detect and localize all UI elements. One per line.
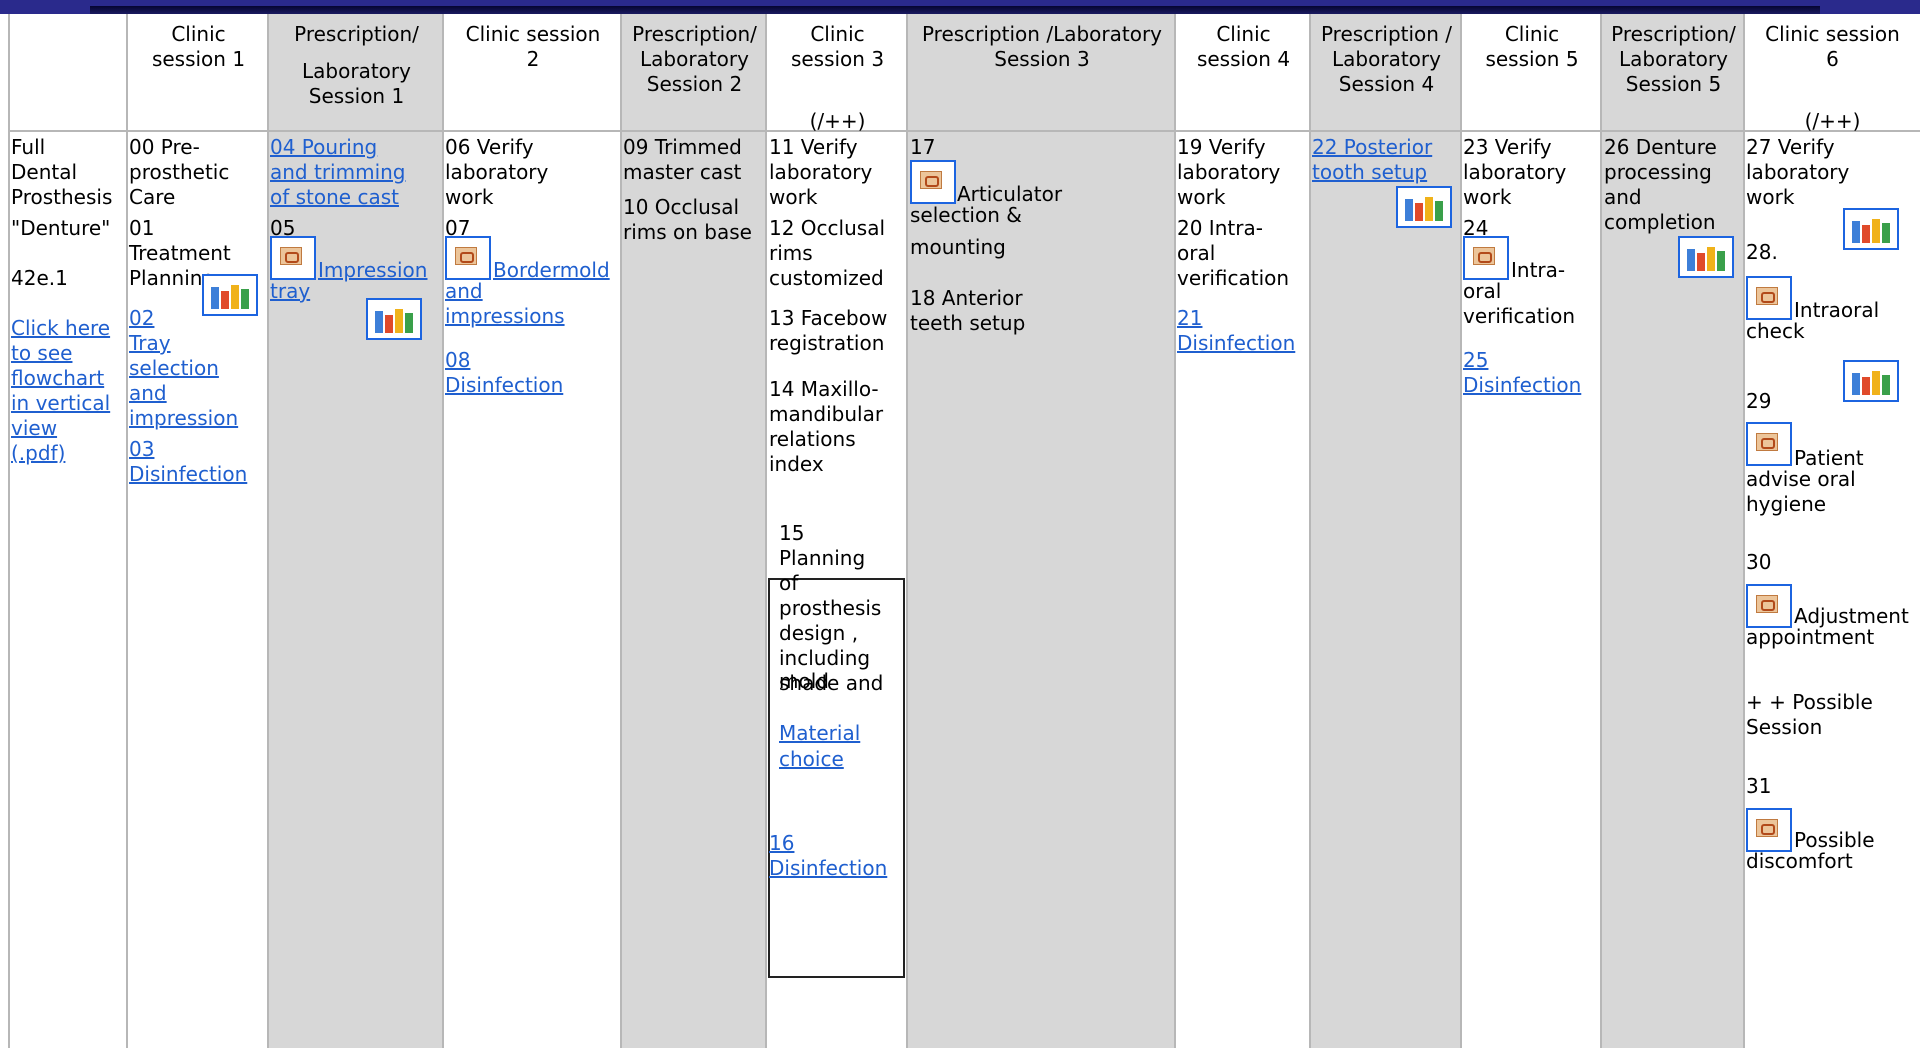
- procedure-title: Full Dental Prosthesis: [11, 135, 113, 209]
- step-21-link[interactable]: 21 Disinfection: [1177, 306, 1295, 356]
- step-18: 18 Anterior teeth setup: [910, 286, 1026, 335]
- step-08-link[interactable]: 08 Disinfection: [445, 348, 563, 398]
- step-28-text: Intraoral: [1794, 298, 1880, 322]
- presentation-file-icon[interactable]: [1746, 808, 1792, 852]
- header-lab-3: Prescription /Laboratory Session 3: [921, 22, 1163, 71]
- presentation-file-icon[interactable]: [1746, 584, 1792, 628]
- step-27: 27 Verify laboratory work: [1746, 135, 1850, 209]
- header-clinic-1: Clinic session 1: [151, 22, 246, 71]
- step-19: 19 Verify laboratory work: [1177, 135, 1281, 209]
- step-12: 12 Occlusal rims customized: [769, 216, 886, 290]
- step-16-link[interactable]: 16 Disinfection: [769, 831, 887, 881]
- step-06: 06 Verify laboratory work: [445, 135, 549, 209]
- people-group-icon[interactable]: [1678, 236, 1734, 278]
- step-03-link[interactable]: 03 Disinfection: [129, 437, 247, 487]
- presentation-file-icon[interactable]: [1746, 422, 1792, 466]
- presentation-file-icon[interactable]: [1746, 276, 1792, 320]
- presentation-file-icon[interactable]: [445, 236, 491, 280]
- step-24-text-2: oral verification: [1463, 279, 1576, 328]
- flowchart-pdf-link[interactable]: Click here to see flowchart in vertical …: [11, 316, 110, 466]
- step-15-mold: mold: [779, 669, 829, 693]
- people-group-icon[interactable]: [1843, 360, 1899, 402]
- step-31-number: 31: [1746, 774, 1772, 798]
- header-lab-1: Prescription/Laboratory Session 1: [294, 22, 419, 108]
- header-lab-4: Prescription / Laboratory Session 4: [1320, 22, 1453, 96]
- step-26: 26 Denture processing and completion: [1604, 135, 1717, 234]
- step-13: 13 Facebow registration: [769, 306, 888, 355]
- header-clinic-5: Clinic session 5: [1485, 22, 1579, 71]
- possible-session: + + Possible Session: [1746, 690, 1873, 739]
- header-divider: [8, 130, 1920, 132]
- step-30-text-2: appointment: [1746, 625, 1875, 649]
- step-22-link[interactable]: 22 Posterior tooth setup: [1312, 135, 1432, 185]
- material-choice-link[interactable]: Material choice: [779, 720, 860, 772]
- step-20: 20 Intra- oral verification: [1177, 216, 1290, 290]
- step-28-number: 28.: [1746, 240, 1778, 264]
- presentation-file-icon[interactable]: [910, 160, 956, 204]
- step-04-link[interactable]: 04 Pouring and trimming of stone cast: [270, 135, 406, 210]
- step-14: 14 Maxillo- mandibular relations index: [769, 377, 884, 476]
- header-clinic-2: Clinic session 2: [465, 22, 601, 71]
- step-17-text-2: selection &: [910, 203, 1022, 227]
- step-09: 09 Trimmed master cast: [623, 135, 742, 184]
- step-17-number: 17: [910, 135, 936, 159]
- presentation-file-icon[interactable]: [270, 236, 316, 280]
- header-lab-2: Prescription/ Laboratory Session 2: [632, 22, 757, 96]
- step-07-link-cont[interactable]: and impressions: [445, 279, 565, 329]
- step-05-link[interactable]: Impression: [318, 258, 427, 283]
- people-group-icon[interactable]: [1396, 186, 1452, 228]
- people-group-icon[interactable]: [366, 298, 422, 340]
- step-23: 23 Verify laboratory work: [1463, 135, 1567, 209]
- step-17-text-3: mounting: [910, 235, 1006, 259]
- header-lab-5: Prescription/ Laboratory Session 5: [1611, 22, 1736, 96]
- step-11: 11 Verify laboratory work: [769, 135, 873, 209]
- header-clinic-3: Clinic session 3 (/++): [790, 22, 885, 133]
- presentation-file-icon[interactable]: [1463, 236, 1509, 280]
- step-10: 10 Occlusal rims on base: [623, 195, 752, 244]
- step-29-number: 29: [1746, 389, 1772, 413]
- procedure-alias: "Denture": [11, 216, 111, 240]
- step-28-text-2: check: [1746, 319, 1805, 343]
- title-bar: [90, 6, 1820, 14]
- header-clinic-6: Clinic session 6 (/++): [1765, 22, 1900, 133]
- step-31-text-2: discomfort: [1746, 849, 1853, 873]
- procedure-code: 42e.1: [11, 266, 68, 290]
- step-25-link[interactable]: 25 Disinfection: [1463, 348, 1581, 398]
- step-00: 00 Pre- prosthetic Care: [129, 135, 230, 209]
- step-29-text-2: advise oral hygiene: [1746, 467, 1856, 516]
- step-30-number: 30: [1746, 550, 1772, 574]
- flowchart-table: Clinic session 1 Prescription/Laboratory…: [0, 14, 1920, 1048]
- step-02-link[interactable]: 02 Tray selection and impression: [129, 306, 238, 431]
- header-clinic-4: Clinic session 4: [1196, 22, 1291, 71]
- people-group-icon[interactable]: [1843, 208, 1899, 250]
- step-05-tray[interactable]: tray: [270, 279, 310, 304]
